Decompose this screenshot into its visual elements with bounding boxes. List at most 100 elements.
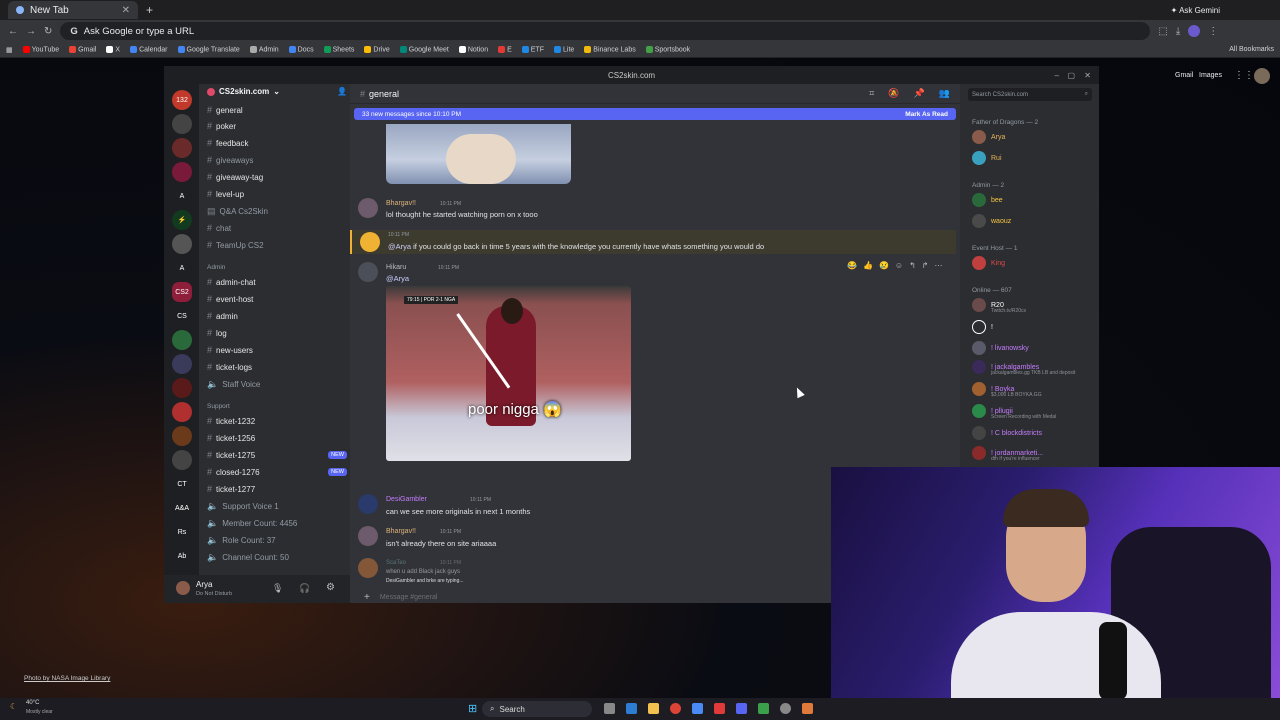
avatar[interactable] <box>176 581 190 595</box>
add-friend-icon[interactable]: 👤 <box>337 87 347 96</box>
category-support[interactable]: Support <box>207 403 230 410</box>
windows-start-icon[interactable]: ⊞ <box>468 702 477 715</box>
app-icon[interactable] <box>802 703 813 714</box>
omnibox[interactable]: G Ask Google or type a URL <box>60 22 1151 40</box>
images-link[interactable]: Images <box>1199 72 1222 79</box>
channel-ticket-1275[interactable]: # ticket-1275 NEW <box>207 450 347 460</box>
bookmark-item[interactable]: E <box>498 45 512 53</box>
server-icon[interactable]: A <box>172 186 192 206</box>
members-icon[interactable]: 👥 <box>939 88 950 99</box>
channel-closed-1276[interactable]: # closed-1276 NEW <box>207 467 347 477</box>
message-author[interactable]: Bhargav!! <box>386 528 416 535</box>
server-icon-cs2[interactable]: CS2 <box>172 282 192 302</box>
file-explorer-icon[interactable] <box>648 703 659 714</box>
channel-giveaways[interactable]: # giveaways <box>207 155 347 165</box>
gmail-link[interactable]: Gmail <box>1175 72 1193 79</box>
server-icon[interactable]: Rs <box>172 522 192 542</box>
member-item[interactable]: ! <box>972 320 993 334</box>
mark-as-read-button[interactable]: Mark As Read <box>905 111 948 118</box>
message-input[interactable]: + Message #general <box>356 588 816 603</box>
server-header[interactable]: CS2skin.com ⌄ 👤 <box>207 87 347 96</box>
microphone-icon[interactable]: 🎙 <box>272 583 283 594</box>
bookmark-item[interactable]: Binance Labs <box>584 45 636 53</box>
taskbar-search[interactable]: ⌕ Search <box>482 701 592 717</box>
menu-icon[interactable]: ⋮ <box>1208 26 1218 37</box>
reply-icon[interactable]: ↰ <box>909 261 916 270</box>
extensions-icon[interactable]: ⬚ <box>1158 26 1167 37</box>
reaction-emoji-icon[interactable]: 😂 <box>847 261 857 270</box>
bookmark-item[interactable]: Notion <box>458 45 488 53</box>
bookmark-item[interactable]: Calendar <box>130 45 168 53</box>
member-item[interactable]: Arya <box>972 130 1005 144</box>
bookmark-item[interactable]: Google Meet <box>399 45 449 53</box>
channel-ticket-1232[interactable]: # ticket-1232 <box>207 416 347 426</box>
channel-event-host[interactable]: # event-host <box>207 294 347 304</box>
profile-icon[interactable] <box>1188 25 1201 37</box>
channel-general[interactable]: # general <box>207 105 347 115</box>
close-window-icon[interactable]: ✕ <box>1084 71 1091 80</box>
forward-icon[interactable]: ↱ <box>922 261 929 270</box>
channel-chat[interactable]: # chat <box>207 223 347 233</box>
server-icon[interactable] <box>172 450 192 470</box>
channel-feedback[interactable]: # feedback <box>207 138 347 148</box>
add-reaction-icon[interactable]: ☺ <box>895 261 903 270</box>
channel-qa[interactable]: ▤ Q&A Cs2Skin <box>207 206 347 217</box>
apps-grid-icon[interactable]: ▦ <box>6 46 13 54</box>
server-icon[interactable] <box>172 234 192 254</box>
reload-icon[interactable]: ↻ <box>44 26 52 37</box>
channel-admin[interactable]: # admin <box>207 311 347 321</box>
app-icon[interactable] <box>758 703 769 714</box>
server-icon[interactable]: CS <box>172 306 192 326</box>
channel-teamup[interactable]: # TeamUp CS2 <box>207 240 347 250</box>
server-icon[interactable] <box>172 378 192 398</box>
bookmark-item[interactable]: Gmail <box>69 45 96 53</box>
minimize-icon[interactable]: – <box>1055 71 1059 80</box>
channel-new-users[interactable]: # new-users <box>207 345 347 355</box>
server-icon[interactable]: ⚡ <box>172 210 192 230</box>
app-icon[interactable] <box>714 703 725 714</box>
avatar[interactable] <box>360 232 380 252</box>
weather-temp[interactable]: 40°C <box>26 700 39 706</box>
server-icon[interactable]: 132 <box>172 90 192 110</box>
channel-staff-voice[interactable]: 🔈 Staff Voice <box>207 379 347 390</box>
edge-icon[interactable] <box>626 703 637 714</box>
bookmark-item[interactable]: Admin <box>249 45 279 53</box>
headphones-icon[interactable]: 🎧 <box>299 583 310 594</box>
account-avatar[interactable] <box>1254 68 1270 84</box>
category-admin[interactable]: Admin <box>207 264 225 271</box>
message-author[interactable]: Bhargav!! <box>386 200 416 207</box>
browser-tab[interactable]: New Tab ✕ <box>8 1 138 19</box>
bookmark-item[interactable]: Sheets <box>323 45 354 53</box>
server-icon[interactable]: CT <box>172 474 192 494</box>
member-item[interactable]: waouz <box>972 214 1011 228</box>
channel-ticket-1256[interactable]: # ticket-1256 <box>207 433 347 443</box>
bookmark-item[interactable]: X <box>106 45 120 53</box>
new-messages-bar[interactable]: 33 new messages since 10:10 PM Mark As R… <box>354 108 956 120</box>
settings-icon[interactable] <box>780 703 791 714</box>
bookmark-item[interactable]: Sportsbook <box>645 45 690 53</box>
member-item[interactable]: bee <box>972 193 1003 207</box>
bookmark-item[interactable]: Drive <box>364 45 390 53</box>
channel-ticket-logs[interactable]: # ticket-logs <box>207 362 347 372</box>
add-attachment-icon[interactable]: + <box>364 592 370 603</box>
server-icon[interactable] <box>172 138 192 158</box>
channel-log[interactable]: # log <box>207 328 347 338</box>
avatar[interactable] <box>358 494 378 514</box>
maximize-icon[interactable]: ▢ <box>1067 71 1075 80</box>
message-author[interactable]: Hikaru <box>386 264 406 271</box>
gif-attachment[interactable]: 79:15 | POR 2-1 NGA poor nigga 😱 <box>386 286 631 461</box>
user-mention[interactable]: @Arya <box>388 242 411 251</box>
server-icon[interactable] <box>172 354 192 374</box>
message-author[interactable]: ScaTeo <box>386 560 406 566</box>
channel-poker[interactable]: # poker <box>207 121 347 131</box>
member-item[interactable]: ! C blockdistricts <box>972 426 1042 440</box>
bookmark-item[interactable]: Lite <box>554 45 574 53</box>
server-icon[interactable]: A <box>172 258 192 278</box>
voice-support-1[interactable]: 🔈 Support Voice 1 <box>207 501 347 512</box>
task-view-icon[interactable] <box>604 703 615 714</box>
server-icon[interactable] <box>172 330 192 350</box>
member-item[interactable]: ! livanowsky <box>972 341 1029 355</box>
channel-ticket-1277[interactable]: # ticket-1277 <box>207 484 347 494</box>
google-apps-icon[interactable]: ⋮⋮ <box>1234 70 1254 81</box>
more-options-icon[interactable]: ⋯ <box>934 261 942 270</box>
